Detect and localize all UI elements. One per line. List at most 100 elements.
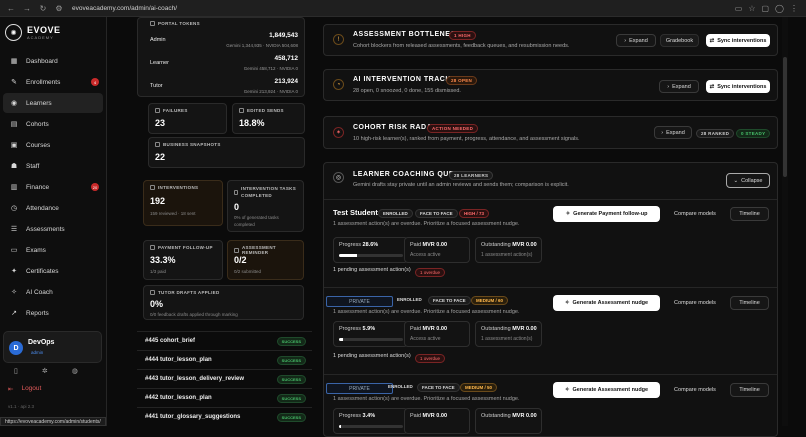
sync-interventions-button[interactable]: ⇄ Sync interventions — [706, 34, 770, 47]
generate-assessment-nudge-button[interactable]: ✧ Generate Assessment nudge — [553, 382, 660, 398]
scroll-thumb[interactable] — [783, 57, 787, 177]
sidebar-item-label: Finance — [26, 183, 50, 191]
card-label: PORTAL TOKENS — [150, 21, 200, 26]
timeline-button[interactable]: Timeline — [730, 207, 769, 221]
bookmark-icon[interactable]: ▯ — [14, 367, 18, 375]
expand-button[interactable]: › Expand — [616, 34, 656, 47]
job-row[interactable]: #441 tutor_glossary_suggestions SUCCESS — [137, 407, 312, 426]
panel-title: LEARNER COACHING QUEUE — [353, 171, 465, 178]
reload-icon[interactable]: ↻ — [38, 3, 48, 13]
tutor-value: 0% — [150, 299, 164, 309]
cast-icon[interactable]: ▭ — [735, 4, 743, 13]
sun-icon[interactable]: ✲ — [42, 367, 48, 375]
expand-button[interactable]: › Expand — [654, 126, 692, 139]
logout-button[interactable]: ⇤ Logout — [8, 385, 41, 393]
bookmark-star-icon[interactable]: ☆ — [748, 4, 755, 13]
sidebar-item-exams[interactable]: ▭ Exams — [3, 240, 103, 260]
generate-payment-followup-button[interactable]: ✧ Generate Payment follow-up — [553, 206, 660, 222]
private-name-field[interactable]: PRIVATE — [326, 383, 393, 394]
menu-icon[interactable]: ⋮ — [790, 4, 798, 13]
sparkle-icon: ✧ — [564, 387, 570, 393]
logout-icon: ⇤ — [8, 386, 14, 393]
forward-icon[interactable]: → — [22, 3, 32, 13]
compare-models-button[interactable]: Compare models — [664, 296, 726, 310]
intervention-tasks-card: INTERVENTION TASKS COMPLETED 0 0% of gen… — [227, 180, 304, 232]
status-url: https://evoveacademy.com/admin/students/ — [0, 417, 106, 426]
learner-row: Test Student ENROLLED FACE TO FACE HIGH … — [324, 199, 777, 287]
nav-icon: ▤ — [10, 121, 18, 128]
token-row-value: 1,849,543 — [269, 32, 298, 39]
outstanding-value: MVR 0.00 — [512, 326, 537, 332]
sidebar-item-cohorts[interactable]: ▤ Cohorts — [3, 114, 103, 134]
interventions-value: 192 — [150, 196, 166, 206]
tutor-sub: 0/0 feedback drafts applied through mark… — [150, 312, 238, 317]
address-bar[interactable]: evoveacademy.com/admin/ai-coach/ — [72, 5, 735, 12]
sidebar-item-reports[interactable]: ↗ Reports — [3, 303, 103, 323]
payment-followup-card: PAYMENT FOLLOW-UP 33.3% 1/3 paid — [143, 240, 223, 280]
progress-value: 5.9% — [362, 326, 376, 332]
logo-icon: ✺ — [5, 24, 22, 41]
panel-desc: 10 high-risk learner(s), ranked from pay… — [353, 136, 580, 142]
sidebar-item-label: Reports — [26, 309, 49, 317]
paid-metric: Paid MVR 0.00 — [404, 408, 470, 434]
nav-icon: ▭ — [10, 247, 18, 254]
expand-button[interactable]: › Expand — [659, 80, 699, 93]
sidebar-item-staff[interactable]: ☗ Staff — [3, 156, 103, 176]
mode-tag: FACE TO FACE — [415, 209, 458, 218]
sidebar-item-ai-coach[interactable]: ✧ AI Coach — [3, 282, 103, 302]
steady-badge: 0 STEADY — [736, 129, 771, 138]
sidebar-item-courses[interactable]: ▣ Courses — [3, 135, 103, 155]
collapse-button[interactable]: ⌄ Collapse — [726, 173, 770, 188]
compare-models-button[interactable]: Compare models — [664, 207, 726, 221]
gradebook-button[interactable]: Gradebook — [660, 34, 699, 47]
outstanding-sub: 1 assessment action(s) — [481, 336, 533, 342]
sidebar-item-finance[interactable]: ▥ Finance 20 — [3, 177, 103, 197]
job-row[interactable]: #443 tutor_lesson_delivery_review SUCCESS — [137, 369, 312, 388]
count-badge: 20 — [91, 183, 99, 191]
profile-icon[interactable]: ◯ — [775, 4, 784, 13]
token-icon — [150, 21, 155, 26]
paid-sub: Access active — [410, 252, 441, 258]
extensions-icon[interactable]: ▢ — [761, 4, 769, 13]
nav-icon: ▣ — [10, 142, 18, 149]
nav-icon: ✦ — [11, 268, 17, 275]
timeline-button[interactable]: Timeline — [730, 383, 769, 397]
user-card[interactable]: D DevOps admin — [3, 331, 102, 363]
job-row[interactable]: #445 cohort_brief SUCCESS — [137, 331, 312, 350]
reminder-value: 0/2 — [234, 255, 247, 265]
back-icon[interactable]: ← — [6, 3, 16, 13]
pending-actions: 1 pending assessment action(s) — [333, 353, 411, 359]
paid-metric: Paid MVR 0.00 Access active — [404, 321, 470, 347]
sidebar-item-dashboard[interactable]: ▦ Dashboard — [3, 51, 103, 71]
sparkle-icon: ✧ — [564, 300, 570, 306]
nav-icon: ✎ — [11, 79, 17, 86]
generate-assessment-nudge-button[interactable]: ✧ Generate Assessment nudge — [553, 295, 660, 311]
timeline-button[interactable]: Timeline — [730, 296, 769, 310]
globe-icon[interactable]: ◍ — [72, 367, 78, 375]
cohort-risk-radar-panel: ✶ COHORT RISK RADAR ACTION NEEDED 10 hig… — [323, 116, 778, 149]
job-row[interactable]: #444 tutor_lesson_plan SUCCESS — [137, 350, 312, 369]
main-scrollbar[interactable] — [782, 17, 788, 426]
progress-metric: Progress 5.9% — [333, 321, 408, 347]
logout-label: Logout — [21, 385, 42, 392]
mode-tag: FACE TO FACE — [428, 296, 471, 305]
tasks-sub: 0% of generated tasks completed — [234, 215, 279, 227]
status-badge: SUCCESS — [276, 412, 306, 422]
sidebar-item-assessments[interactable]: ☰ Assessments — [3, 219, 103, 239]
compare-models-button[interactable]: Compare models — [664, 383, 726, 397]
sidebar-item-label: Courses — [26, 141, 51, 149]
sidebar-item-enrollments[interactable]: ✎ Enrollments 4 — [3, 72, 103, 92]
sidebar-item-attendance[interactable]: ◷ Attendance — [3, 198, 103, 218]
sidebar-item-certificates[interactable]: ✦ Certificates — [3, 261, 103, 281]
tracker-icon: ◔ — [333, 79, 344, 90]
private-name-field[interactable]: PRIVATE — [326, 296, 393, 307]
job-row[interactable]: #442 tutor_lesson_plan SUCCESS — [137, 388, 312, 407]
sync-interventions-button[interactable]: ⇄ Sync interventions — [706, 80, 770, 93]
ranked-badge: 28 RANKED — [696, 129, 735, 138]
enrollment-tag: ENROLLED — [397, 297, 422, 302]
card-label: FAILURES — [163, 108, 188, 113]
brand[interactable]: ✺ EVOVE ACADEMY — [5, 24, 61, 41]
sidebar-item-learners[interactable]: ◉ Learners — [3, 93, 103, 113]
site-info-icon[interactable]: ⚙ — [54, 3, 64, 13]
sync-icon: ⇄ — [709, 37, 715, 44]
